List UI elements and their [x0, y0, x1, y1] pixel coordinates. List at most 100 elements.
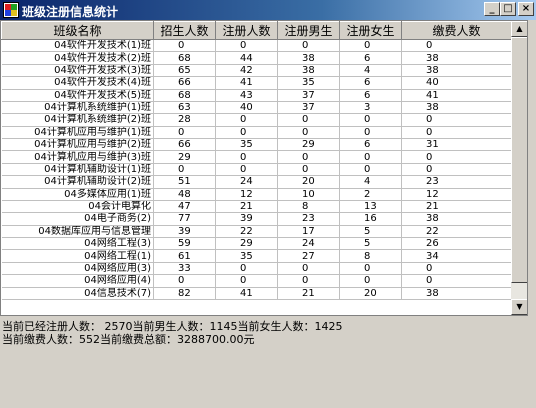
cell-registered[interactable]: 0 — [215, 39, 278, 53]
cell-enrollment[interactable]: 28 — [153, 113, 216, 127]
cell-class-name[interactable]: 04电子商务(2) — [1, 212, 154, 226]
cell-registered-female[interactable]: 0 — [339, 262, 402, 276]
cell-registered-male[interactable]: 0 — [277, 126, 340, 140]
table-row[interactable]: 04计算机应用与维护(3)班 29 0 0 0 0 — [1, 150, 511, 164]
cell-paid[interactable]: 0 — [401, 262, 511, 276]
cell-paid[interactable]: 38 — [401, 212, 511, 226]
cell-registered-male[interactable]: 21 — [277, 287, 340, 300]
cell-registered-male[interactable]: 0 — [277, 150, 340, 164]
cell-paid[interactable]: 31 — [401, 138, 511, 152]
cell-registered-female[interactable]: 0 — [339, 150, 402, 164]
column-header-paid[interactable]: 缴费人数 — [401, 21, 511, 40]
cell-paid[interactable]: 12 — [401, 188, 511, 201]
cell-registered[interactable]: 44 — [215, 51, 278, 65]
cell-registered-female[interactable]: 8 — [339, 249, 402, 263]
table-row[interactable]: 04网络应用(3) 33 0 0 0 0 — [1, 262, 511, 276]
cell-enrollment[interactable]: 33 — [153, 262, 216, 276]
table-row[interactable]: 04软件开发技术(1)班 0 0 0 0 0 — [1, 39, 511, 53]
cell-paid[interactable]: 0 — [401, 126, 511, 140]
cell-registered[interactable]: 42 — [215, 64, 278, 78]
data-grid[interactable]: 班级名称 招生人数 注册人数 注册男生 注册女生 缴费人数 04软件开发技术(1… — [0, 20, 528, 316]
cell-registered-female[interactable]: 5 — [339, 237, 402, 251]
table-row[interactable]: 04计算机应用与维护(1)班 0 0 0 0 0 — [1, 126, 511, 140]
cell-enrollment[interactable]: 68 — [153, 89, 216, 102]
cell-registered-female[interactable]: 3 — [339, 101, 402, 115]
cell-enrollment[interactable]: 0 — [153, 126, 216, 140]
cell-paid[interactable]: 0 — [401, 163, 511, 177]
cell-registered-female[interactable]: 4 — [339, 64, 402, 78]
title-bar[interactable]: 班级注册信息统计 _ □ × — [0, 0, 536, 20]
cell-registered-female[interactable]: 20 — [339, 287, 402, 300]
minimize-button[interactable]: _ — [484, 2, 500, 16]
table-row[interactable]: 04计算机辅助设计(2)班 51 24 20 4 23 — [1, 175, 511, 189]
cell-registered-male[interactable]: 10 — [277, 188, 340, 201]
cell-paid[interactable]: 38 — [401, 64, 511, 78]
cell-registered[interactable]: 0 — [215, 274, 278, 288]
cell-registered-female[interactable]: 0 — [339, 274, 402, 288]
cell-class-name[interactable]: 04软件开发技术(2)班 — [1, 51, 154, 65]
cell-registered-male[interactable]: 0 — [277, 113, 340, 127]
cell-registered[interactable]: 39 — [215, 212, 278, 226]
cell-paid[interactable]: 0 — [401, 113, 511, 127]
cell-paid[interactable]: 0 — [401, 274, 511, 288]
cell-class-name[interactable]: 04网络工程(1) — [1, 249, 154, 263]
cell-registered[interactable]: 43 — [215, 89, 278, 102]
cell-registered[interactable]: 41 — [215, 287, 278, 300]
cell-enrollment[interactable]: 51 — [153, 175, 216, 189]
cell-class-name[interactable]: 04计算机应用与维护(3)班 — [1, 150, 154, 164]
cell-paid[interactable]: 38 — [401, 287, 511, 300]
cell-registered[interactable]: 0 — [215, 126, 278, 140]
cell-paid[interactable]: 0 — [401, 150, 511, 164]
table-row[interactable]: 04网络工程(1) 61 35 27 8 34 — [1, 249, 511, 263]
cell-paid[interactable]: 26 — [401, 237, 511, 251]
cell-class-name[interactable]: 04软件开发技术(3)班 — [1, 64, 154, 78]
cell-registered-female[interactable]: 0 — [339, 126, 402, 140]
table-row[interactable]: 04电子商务(2) 77 39 23 16 38 — [1, 212, 511, 226]
cell-class-name[interactable]: 04会计电算化 — [1, 200, 154, 214]
cell-registered-male[interactable]: 0 — [277, 39, 340, 53]
cell-registered-male[interactable]: 23 — [277, 212, 340, 226]
cell-paid[interactable]: 38 — [401, 51, 511, 65]
cell-paid[interactable]: 22 — [401, 225, 511, 239]
table-row[interactable]: 04网络应用(4) 0 0 0 0 0 — [1, 274, 511, 288]
column-header-registered-male[interactable]: 注册男生 — [277, 21, 340, 40]
cell-registered-male[interactable]: 38 — [277, 64, 340, 78]
cell-registered-male[interactable]: 35 — [277, 76, 340, 90]
scroll-up-arrow-icon[interactable]: ▲ — [511, 21, 527, 37]
cell-registered-male[interactable]: 24 — [277, 237, 340, 251]
cell-registered-male[interactable]: 38 — [277, 51, 340, 65]
cell-enrollment[interactable]: 47 — [153, 200, 216, 214]
cell-registered-male[interactable]: 0 — [277, 274, 340, 288]
table-row[interactable]: 04会计电算化 47 21 8 13 21 — [1, 200, 511, 214]
cell-class-name[interactable]: 04软件开发技术(4)班 — [1, 76, 154, 90]
close-button[interactable]: × — [518, 2, 534, 16]
cell-enrollment[interactable]: 61 — [153, 249, 216, 263]
cell-registered[interactable]: 0 — [215, 262, 278, 276]
cell-registered[interactable]: 22 — [215, 225, 278, 239]
cell-class-name[interactable]: 04计算机系统维护(2)班 — [1, 113, 154, 127]
cell-enrollment[interactable]: 82 — [153, 287, 216, 300]
cell-enrollment[interactable]: 66 — [153, 76, 216, 90]
table-row[interactable]: 04计算机系统维护(1)班 63 40 37 3 38 — [1, 101, 511, 115]
cell-registered-female[interactable]: 6 — [339, 138, 402, 152]
cell-paid[interactable]: 41 — [401, 89, 511, 102]
cell-registered[interactable]: 12 — [215, 188, 278, 201]
cell-registered[interactable]: 0 — [215, 113, 278, 127]
column-header-class-name[interactable]: 班级名称 — [1, 21, 154, 40]
cell-registered-female[interactable]: 0 — [339, 39, 402, 53]
cell-registered-female[interactable]: 16 — [339, 212, 402, 226]
cell-registered[interactable]: 41 — [215, 76, 278, 90]
table-row[interactable]: 04信息技术(7) 82 41 21 20 38 — [1, 287, 511, 300]
cell-registered-female[interactable]: 5 — [339, 225, 402, 239]
cell-class-name[interactable]: 04计算机辅助设计(2)班 — [1, 175, 154, 189]
table-row[interactable]: 04网络工程(3) 59 29 24 5 26 — [1, 237, 511, 251]
cell-registered[interactable]: 0 — [215, 163, 278, 177]
cell-paid[interactable]: 0 — [401, 39, 511, 53]
cell-registered[interactable]: 35 — [215, 249, 278, 263]
cell-registered-male[interactable]: 37 — [277, 101, 340, 115]
scroll-down-arrow-icon[interactable]: ▼ — [511, 299, 527, 315]
cell-class-name[interactable]: 04信息技术(7) — [1, 287, 154, 300]
cell-class-name[interactable]: 04计算机系统维护(1)班 — [1, 101, 154, 115]
cell-registered[interactable]: 40 — [215, 101, 278, 115]
cell-registered-male[interactable]: 8 — [277, 200, 340, 214]
